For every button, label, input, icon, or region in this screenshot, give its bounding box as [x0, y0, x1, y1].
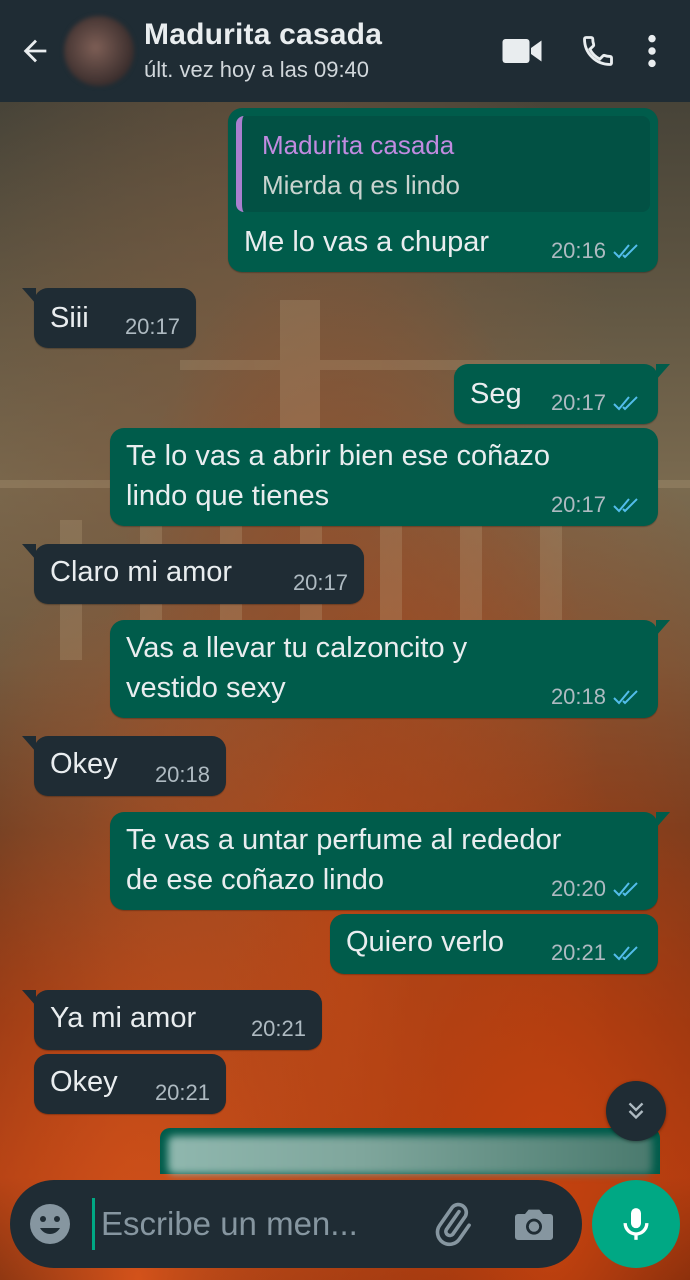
message-composer — [10, 1180, 582, 1268]
message-text: Ya mi amor — [50, 1002, 197, 1034]
phone-icon — [583, 36, 613, 66]
attach-button[interactable] — [428, 1200, 476, 1248]
scroll-to-bottom-button[interactable] — [606, 1081, 666, 1141]
emoji-icon — [30, 1204, 70, 1244]
last-seen-status: últ. vez hoy a las 09:40 — [144, 57, 370, 82]
menu-button[interactable] — [630, 19, 674, 83]
message-text: Okey — [50, 748, 118, 780]
arrow-left-icon — [23, 39, 47, 63]
message-bubble-incoming[interactable]: Claro mi amor 20:17 — [22, 544, 364, 604]
message-bubble-incoming[interactable]: Ya mi amor 20:21 — [22, 990, 322, 1050]
camera-button[interactable] — [510, 1200, 562, 1248]
message-bubble-outgoing[interactable]: Seg 20:17 — [454, 364, 670, 424]
voice-message-button[interactable] — [592, 1180, 680, 1268]
video-call-button[interactable] — [490, 19, 554, 83]
message-time: 20:17 — [292, 570, 348, 595]
emoji-button[interactable] — [26, 1200, 74, 1248]
video-call-icon — [502, 39, 542, 63]
chat-header: Madurita casada últ. vez hoy a las 09:40 — [0, 0, 690, 102]
message-bubble-outgoing[interactable]: Te lo vas a abrir bien ese coñazo lindo … — [110, 428, 658, 526]
message-text: Me lo vas a chupar — [244, 226, 490, 258]
message-bubble-incoming[interactable]: Okey 20:21 — [34, 1054, 226, 1114]
double-check-icon — [613, 498, 638, 513]
quoted-message[interactable]: Madurita casada Mierda q es lindo — [236, 116, 650, 212]
double-check-icon — [613, 244, 638, 259]
message-text: Okey — [50, 1066, 118, 1098]
message-bubble-outgoing[interactable]: Madurita casada Mierda q es lindo Me lo … — [228, 108, 658, 272]
message-text-line: Vas a llevar tu calzoncito y — [126, 632, 468, 664]
back-button[interactable] — [6, 22, 64, 80]
message-text-line: Te lo vas a abrir bien ese coñazo — [126, 440, 550, 472]
double-chevron-down-icon — [628, 1102, 644, 1120]
microphone-icon — [623, 1208, 649, 1240]
message-text: Claro mi amor — [50, 556, 233, 588]
contact-info[interactable]: Madurita casada últ. vez hoy a las 09:40 — [144, 17, 490, 85]
message-bubble-outgoing-partial[interactable] — [160, 1128, 660, 1174]
camera-icon — [515, 1209, 553, 1240]
message-bubble-outgoing[interactable]: Vas a llevar tu calzoncito y vestido sex… — [110, 620, 670, 718]
message-bubble-incoming[interactable]: Siii 20:17 — [22, 288, 196, 348]
voice-call-button[interactable] — [566, 19, 630, 83]
message-time: 20:18 — [154, 762, 210, 787]
message-time: 20:17 — [124, 314, 180, 339]
message-time: 20:21 — [154, 1080, 210, 1105]
message-bubble-outgoing[interactable]: Te vas a untar perfume al rededor de ese… — [110, 812, 670, 910]
message-text: Seg — [470, 378, 522, 410]
message-time: 20:18 — [550, 684, 606, 709]
message-time: 20:17 — [550, 492, 606, 517]
more-vertical-icon — [648, 34, 656, 68]
paperclip-icon — [435, 1202, 471, 1247]
double-check-icon — [613, 690, 638, 705]
message-time: 20:21 — [550, 940, 606, 965]
quote-author: Madurita casada — [262, 130, 455, 160]
message-input[interactable] — [92, 1198, 402, 1250]
message-time: 20:20 — [550, 876, 606, 901]
message-time: 20:21 — [250, 1016, 306, 1041]
message-bubble-incoming[interactable]: Okey 20:18 — [22, 736, 226, 796]
double-check-icon — [613, 396, 638, 411]
message-text-line: de ese coñazo lindo — [126, 864, 384, 896]
message-text-line: Te vas a untar perfume al rededor — [126, 824, 562, 856]
message-bubble-outgoing[interactable]: Quiero verlo 20:21 — [330, 914, 658, 974]
message-time: 20:16 — [550, 238, 606, 263]
double-check-icon — [613, 882, 638, 897]
contact-avatar[interactable] — [64, 16, 134, 86]
contact-name: Madurita casada — [144, 18, 383, 51]
message-text: Siii — [50, 302, 89, 334]
message-text-line: vestido sexy — [126, 672, 286, 704]
message-text: Quiero verlo — [346, 926, 504, 958]
double-check-icon — [613, 946, 638, 961]
message-text-line: lindo que tienes — [126, 480, 330, 512]
quote-text: Mierda q es lindo — [262, 170, 460, 200]
blurred-content — [168, 1136, 652, 1174]
message-time: 20:17 — [550, 390, 606, 415]
